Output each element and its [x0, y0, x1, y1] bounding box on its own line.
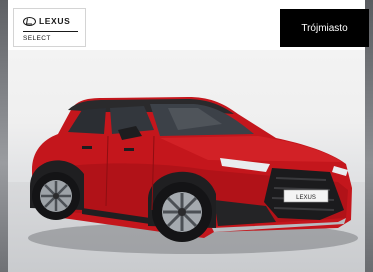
lexus-emblem-icon: [23, 16, 36, 26]
plate-text: LEXUS: [296, 195, 316, 201]
door-handle-rear: [82, 146, 92, 149]
logo-divider: [23, 31, 78, 32]
brand-logo-text: LEXUS: [39, 16, 71, 26]
logo-row: LEXUS: [23, 16, 70, 26]
adjacent-image-left: [0, 0, 8, 272]
rear-hub: [53, 193, 59, 199]
door-handle-front: [124, 148, 134, 151]
location-badge: Trójmiasto: [280, 9, 369, 47]
car-photo: LEXUS: [28, 97, 358, 254]
dealer-logo-card: LEXUS SELECT: [13, 8, 86, 47]
brand-subtitle: SELECT: [23, 35, 51, 42]
location-label: Trójmiasto: [301, 22, 348, 34]
front-hub: [178, 208, 186, 216]
